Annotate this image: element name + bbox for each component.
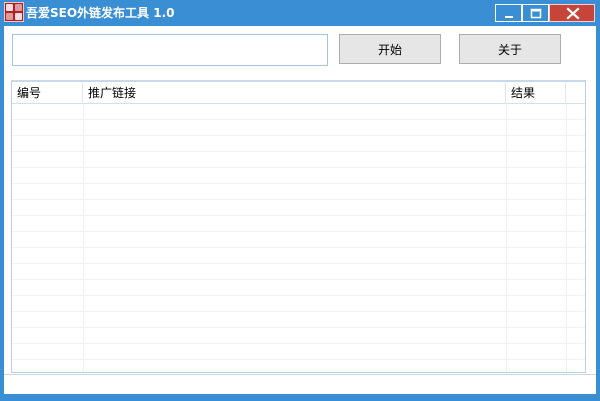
minimize-button[interactable] <box>495 4 522 22</box>
column-divider <box>566 104 567 372</box>
about-button[interactable]: 关于 <box>459 34 561 64</box>
results-table[interactable]: 编号 推广链接 结果 <box>11 80 586 373</box>
table-row[interactable] <box>12 152 585 168</box>
table-row[interactable] <box>12 184 585 200</box>
client-area: 开始 关于 编号 推广链接 结果 <box>4 26 596 394</box>
column-divider <box>83 104 84 372</box>
start-button[interactable]: 开始 <box>339 34 441 64</box>
table-row[interactable] <box>12 312 585 328</box>
window-title: 吾爱SEO外链发布工具 1.0 <box>26 6 175 20</box>
title-bar[interactable]: 吾爱SEO外链发布工具 1.0 <box>0 0 600 26</box>
close-icon <box>566 7 580 20</box>
column-header-number[interactable]: 编号 <box>12 82 83 104</box>
column-header-link[interactable]: 推广链接 <box>83 82 506 104</box>
table-row[interactable] <box>12 248 585 264</box>
table-row[interactable] <box>12 232 585 248</box>
table-row[interactable] <box>12 120 585 136</box>
table-body <box>12 104 585 372</box>
url-input[interactable] <box>12 34 328 66</box>
table-row[interactable] <box>12 344 585 360</box>
app-logo-icon <box>4 2 24 22</box>
table-row[interactable] <box>12 264 585 280</box>
table-row[interactable] <box>12 136 585 152</box>
close-button[interactable] <box>549 4 595 22</box>
table-header: 编号 推广链接 结果 <box>12 82 585 104</box>
column-header-result[interactable]: 结果 <box>506 82 566 104</box>
table-row[interactable] <box>12 280 585 296</box>
table-row[interactable] <box>12 296 585 312</box>
column-divider <box>506 104 507 372</box>
maximize-button[interactable] <box>522 4 549 22</box>
app-window: 吾爱SEO外链发布工具 1.0 开始 关于 编号 推广链接 结果 <box>0 0 600 401</box>
minimize-icon <box>505 16 513 18</box>
table-row[interactable] <box>12 360 585 372</box>
table-row[interactable] <box>12 200 585 216</box>
table-row[interactable] <box>12 168 585 184</box>
table-row[interactable] <box>12 328 585 344</box>
table-row[interactable] <box>12 104 585 120</box>
table-row[interactable] <box>12 216 585 232</box>
maximize-icon <box>530 8 542 19</box>
status-bar <box>4 374 596 394</box>
